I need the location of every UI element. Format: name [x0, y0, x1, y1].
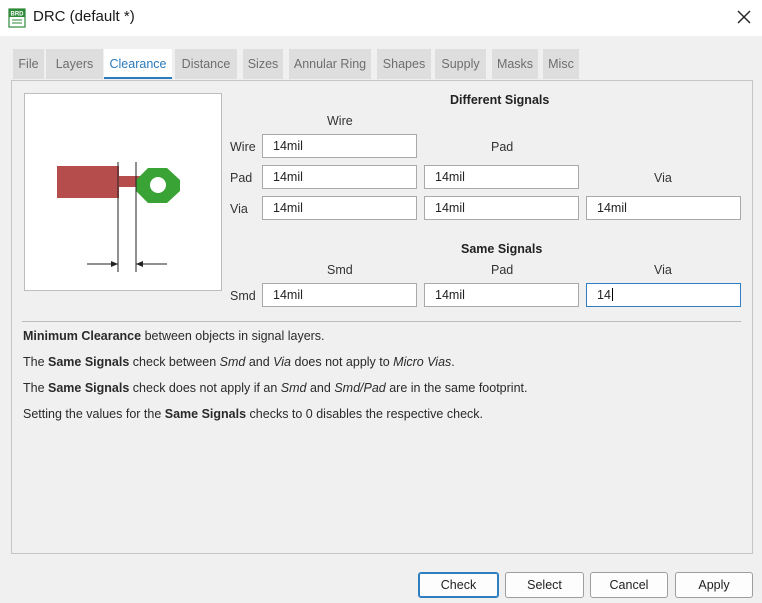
info-line-3: The Same Signals check does not apply if…: [23, 381, 528, 395]
arrow-right-head: [136, 261, 143, 267]
svg-text:BRD: BRD: [11, 12, 25, 18]
tab-distance[interactable]: Distance: [175, 49, 237, 79]
tab-shapes[interactable]: Shapes: [377, 49, 431, 79]
via-via-input[interactable]: 14mil: [586, 196, 741, 220]
clearance-diagram: [57, 162, 180, 272]
col-label-pad: Pad: [491, 140, 514, 154]
col-label-same-pad: Pad: [491, 263, 514, 277]
tab-layers[interactable]: Layers: [46, 49, 103, 79]
smd-pad-input[interactable]: 14mil: [424, 283, 579, 307]
title-bar: BRD DRC (default *): [0, 0, 762, 36]
clearance-preview-image: [24, 93, 222, 291]
row-label-wire: Wire: [230, 140, 256, 154]
wire-wire-input[interactable]: 14mil: [262, 134, 417, 158]
cancel-button[interactable]: Cancel: [590, 572, 668, 598]
via-pad-input[interactable]: 14mil: [424, 196, 579, 220]
row-label-pad: Pad: [230, 171, 253, 185]
board-app-icon: BRD: [8, 8, 26, 28]
window-title: DRC (default *): [33, 8, 135, 25]
tab-clearance[interactable]: Clearance: [104, 49, 172, 79]
same-signals-heading: Same Signals: [461, 242, 543, 256]
pad-pad-input[interactable]: 14mil: [424, 165, 579, 189]
tab-supply[interactable]: Supply: [435, 49, 486, 79]
col-label-smd: Smd: [327, 263, 353, 277]
separator: [22, 321, 741, 322]
tab-sizes[interactable]: Sizes: [243, 49, 283, 79]
tab-file[interactable]: File: [13, 49, 44, 79]
pad-wire-input[interactable]: 14mil: [262, 165, 417, 189]
smd-via-input[interactable]: 14: [586, 283, 741, 307]
text-caret: [611, 288, 613, 301]
info-line-4: Setting the values for the Same Signals …: [23, 407, 483, 421]
select-button[interactable]: Select: [505, 572, 584, 598]
tab-misc[interactable]: Misc: [543, 49, 579, 79]
smd-smd-input[interactable]: 14mil: [262, 283, 417, 307]
close-icon[interactable]: [733, 6, 755, 28]
col-label-same-via: Via: [654, 263, 672, 277]
check-button[interactable]: Check: [418, 572, 499, 598]
row-label-smd: Smd: [230, 289, 256, 303]
row-label-via: Via: [230, 202, 248, 216]
arrow-left-head: [111, 261, 118, 267]
tab-annular-ring[interactable]: Annular Ring: [289, 49, 371, 79]
different-signals-heading: Different Signals: [450, 93, 550, 107]
info-line-1: Minimum Clearance between objects in sig…: [23, 329, 325, 343]
col-label-via: Via: [654, 171, 672, 185]
info-line-2: The Same Signals check between Smd and V…: [23, 355, 455, 369]
wire-shape: [57, 166, 119, 198]
smd-via-value: 14: [597, 288, 611, 302]
pad-drill-hole: [150, 177, 166, 193]
tab-masks[interactable]: Masks: [492, 49, 538, 79]
apply-button[interactable]: Apply: [675, 572, 753, 598]
via-wire-input[interactable]: 14mil: [262, 196, 417, 220]
col-label-wire: Wire: [327, 114, 353, 128]
